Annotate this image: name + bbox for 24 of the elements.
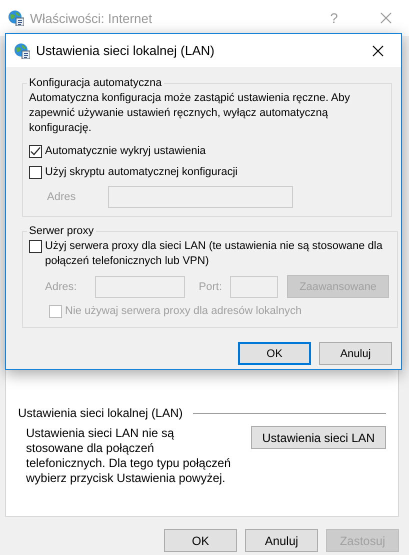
dialog-button[interactable]: Anuluj	[319, 342, 392, 365]
section-title: Ustawienia sieci lokalnej (LAN)	[18, 406, 183, 420]
checkbox[interactable]	[29, 240, 42, 253]
checkbox-label[interactable]: Użyj skryptu automatycznej konfiguracji	[45, 165, 238, 180]
group-description: Automatyczna konfiguracja może zastąpić ustawienia ręczne. Aby zapewnić używanie ustawień ręcznych, wyłącz automatyczną konfigurację.	[29, 91, 351, 136]
lan-settings-button[interactable]: Ustawienia sieci LAN	[251, 426, 386, 449]
dialog-button[interactable]: OK	[238, 342, 311, 365]
globe-icon	[14, 42, 30, 58]
globe-icon	[8, 10, 24, 26]
group-title: Konfiguracja automatyczna	[28, 77, 163, 89]
field-label: Port:	[198, 280, 222, 292]
checkbox-label[interactable]: Automatycznie wykryj ustawienia	[45, 144, 206, 159]
dialog-button[interactable]: Anuluj	[245, 529, 318, 552]
checkbox[interactable]	[29, 166, 42, 179]
field-label: Adres	[47, 191, 76, 203]
group-title: Serwer proxy	[28, 225, 95, 237]
section-description: Ustawienia sieci LAN nie są stosowane dla połączeń telefonicznych. Dla tego typu połączeń wybierz przycisk Ustawienia powyżej.	[26, 426, 231, 486]
window-title: Właściwości: Internet	[30, 10, 154, 26]
field-label: Adres:	[45, 280, 77, 292]
checkbox-label[interactable]: Użyj serwera proxy dla sieci LAN (te ustawienia nie są stosowane dla połączeń telefonicznych lub VPN)	[45, 239, 390, 269]
dialog-title: Ustawienia sieci lokalnej (LAN)	[36, 43, 216, 58]
dialog-button[interactable]: OK	[164, 529, 237, 552]
checkbox[interactable]	[29, 145, 42, 158]
close-icon[interactable]	[372, 44, 384, 56]
